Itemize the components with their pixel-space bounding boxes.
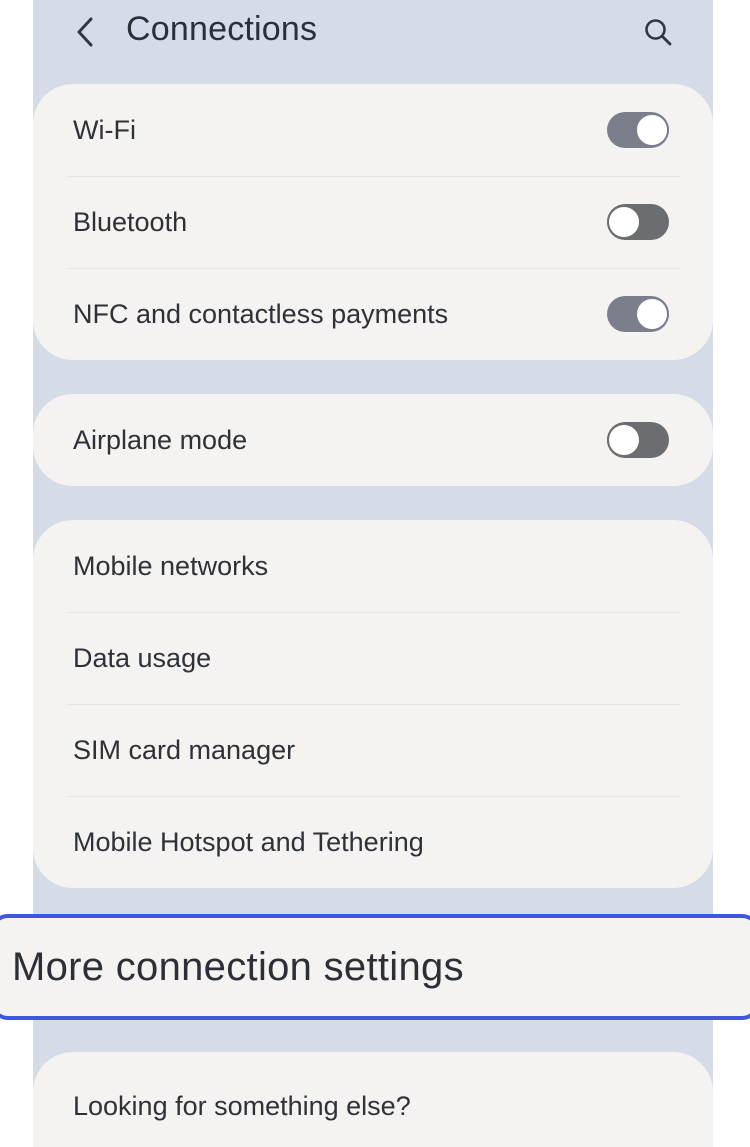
bluetooth-toggle[interactable]	[607, 204, 669, 240]
airplane-mode-toggle[interactable]	[607, 422, 669, 458]
more-connection-settings-button[interactable]: More connection settings	[0, 914, 750, 1020]
toggle-knob	[607, 205, 641, 239]
hotspot-label: Mobile Hotspot and Tethering	[73, 826, 424, 857]
toggle-knob	[635, 297, 669, 331]
toggle-knob	[607, 423, 641, 457]
data-usage-label: Data usage	[73, 642, 212, 673]
sim-card-manager-label: SIM card manager	[73, 734, 296, 765]
airplane-mode-row[interactable]: Airplane mode	[33, 394, 713, 486]
help-card: Looking for something else?	[33, 1052, 713, 1147]
nfc-row[interactable]: NFC and contactless payments	[33, 268, 713, 360]
wifi-label: Wi-Fi	[73, 114, 136, 145]
more-connection-settings-label: More connection settings	[12, 944, 464, 989]
page-title: Connections	[126, 10, 318, 48]
app-bar: Connections	[33, 0, 713, 70]
wifi-row[interactable]: Wi-Fi	[33, 84, 713, 176]
chevron-left-icon	[77, 17, 93, 47]
looking-for-something-label: Looking for something else?	[73, 1090, 411, 1121]
hotspot-row[interactable]: Mobile Hotspot and Tethering	[33, 796, 713, 888]
search-button[interactable]	[636, 10, 680, 54]
airplane-card: Airplane mode	[33, 394, 713, 486]
bluetooth-label: Bluetooth	[73, 206, 188, 237]
airplane-mode-label: Airplane mode	[73, 424, 248, 455]
mobile-card: Mobile networks Data usage SIM card mana…	[33, 520, 713, 888]
wifi-toggle[interactable]	[607, 112, 669, 148]
bluetooth-row[interactable]: Bluetooth	[33, 176, 713, 268]
nfc-toggle[interactable]	[607, 296, 669, 332]
mobile-networks-label: Mobile networks	[73, 550, 269, 581]
sim-card-manager-row[interactable]: SIM card manager	[33, 704, 713, 796]
nfc-label: NFC and contactless payments	[73, 298, 449, 329]
mobile-networks-row[interactable]: Mobile networks	[33, 520, 713, 612]
connectivity-card: Wi-Fi Bluetooth NFC and contactless paym…	[33, 84, 713, 360]
back-button[interactable]	[65, 12, 105, 52]
looking-for-something-row[interactable]: Looking for something else?	[33, 1052, 713, 1147]
toggle-knob	[635, 113, 669, 147]
search-icon	[645, 19, 672, 46]
data-usage-row[interactable]: Data usage	[33, 612, 713, 704]
